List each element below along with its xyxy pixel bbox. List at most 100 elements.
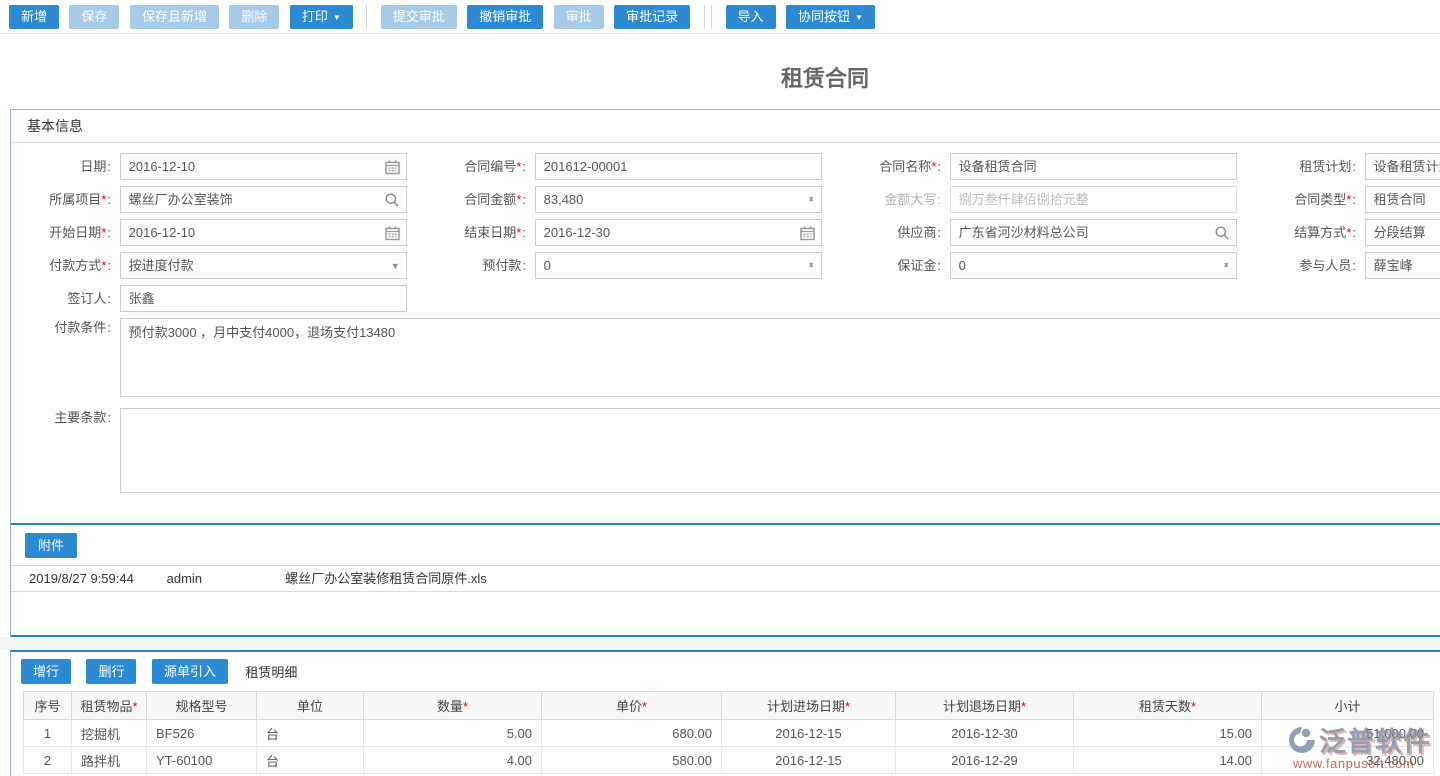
amount-in-words-input: 捌万叁仟肆佰捌拾元整 xyxy=(950,186,1237,213)
approve-button[interactable]: 审批 xyxy=(554,5,604,29)
cell-exit-date[interactable]: 2016-12-30 xyxy=(896,720,1074,747)
add-button[interactable]: 新增 xyxy=(9,5,59,29)
table-header-row: 序号 租赁物品* 规格型号 单位 数量* 单价* 计划进场日期* 计划退场日期*… xyxy=(24,692,1434,720)
collaboration-button[interactable]: 协同按钮▼ xyxy=(786,5,875,29)
contract-no-input[interactable]: 201612-00001 xyxy=(535,153,822,180)
field-payment-terms: 付款条件 预付款3000 ，月中支付4000，退场支付13480 xyxy=(11,318,1440,397)
search-icon[interactable] xyxy=(384,192,400,208)
participants-input[interactable]: 薛宝峰 xyxy=(1365,252,1440,279)
submit-approval-button[interactable]: 提交审批 xyxy=(381,5,457,29)
contract-amount-input[interactable]: 83,480 ▲▼ xyxy=(535,186,822,213)
basic-info-panel: 基本信息 日期 2016-12-10 合同编号* 201612-00001 合同… xyxy=(10,109,1440,637)
cell-price[interactable]: 680.00 xyxy=(542,720,722,747)
col-item: 租赁物品* xyxy=(72,692,147,720)
cell-item[interactable]: 路拌机 xyxy=(72,747,147,774)
field-main-clauses: 主要条款 xyxy=(11,408,1440,512)
section-title: 基本信息 xyxy=(11,110,1440,143)
cell-model[interactable]: BF526 xyxy=(147,720,257,747)
field-advance-payment: 预付款 0 ▲▼ xyxy=(426,252,841,279)
import-button[interactable]: 导入 xyxy=(726,5,776,29)
field-amount-in-words: 金额大写 捌万叁仟肆佰捌拾元整 xyxy=(841,186,1256,213)
cell-model[interactable]: YT-60100 xyxy=(147,747,257,774)
cell-qty[interactable]: 4.00 xyxy=(364,747,542,774)
cell-price[interactable]: 580.00 xyxy=(542,747,722,774)
col-entry-date: 计划进场日期* xyxy=(722,692,896,720)
calendar-icon[interactable] xyxy=(800,225,815,240)
end-date-input[interactable]: 2016-12-30 xyxy=(535,219,822,246)
approval-record-button[interactable]: 审批记录 xyxy=(614,5,690,29)
field-end-date: 结束日期* 2016-12-30 xyxy=(426,219,841,246)
lease-detail-panel: 增行 删行 源单引入 租赁明细 序号 租赁物品* 规格型号 单位 数量* 单价*… xyxy=(10,650,1440,776)
settlement-method-input[interactable]: 分段结算 xyxy=(1365,219,1440,246)
toolbar-separator xyxy=(366,5,367,29)
table-row[interactable]: 1 挖掘机 BF526 台 5.00 680.00 2016-12-15 201… xyxy=(24,720,1434,747)
field-deposit: 保证金 0 ▲▼ xyxy=(841,252,1256,279)
attachment-button[interactable]: 附件 xyxy=(25,533,77,558)
cell-days[interactable]: 14.00 xyxy=(1074,747,1262,774)
field-lease-plan: 租赁计划 设备租赁计划 xyxy=(1256,153,1440,180)
table-row[interactable]: 2 路拌机 YT-60100 台 4.00 580.00 2016-12-15 … xyxy=(24,747,1434,774)
field-participants: 参与人员 薛宝峰 xyxy=(1256,252,1440,279)
col-model: 规格型号 xyxy=(147,692,257,720)
cell-entry-date[interactable]: 2016-12-15 xyxy=(722,747,896,774)
cell-item[interactable]: 挖掘机 xyxy=(72,720,147,747)
field-project: 所属项目* 螺丝厂办公室装饰 xyxy=(11,186,426,213)
col-unit: 单位 xyxy=(257,692,364,720)
delete-button[interactable]: 删除 xyxy=(229,5,279,29)
calendar-icon[interactable] xyxy=(385,159,400,174)
attachment-filename[interactable]: 螺丝厂办公室装修租赁合同原件.xls xyxy=(285,566,487,592)
cell-seq: 1 xyxy=(24,720,72,747)
date-input[interactable]: 2016-12-10 xyxy=(120,153,407,180)
add-row-button[interactable]: 增行 xyxy=(21,659,71,684)
advance-payment-input[interactable]: 0 ▲▼ xyxy=(535,252,822,279)
field-contract-type: 合同类型* 租赁合同 xyxy=(1256,186,1440,213)
start-date-input[interactable]: 2016-12-10 xyxy=(120,219,407,246)
payment-terms-textarea[interactable]: 预付款3000 ，月中支付4000，退场支付13480 xyxy=(120,318,1440,397)
supplier-input[interactable]: 广东省河沙材料总公司 xyxy=(950,219,1237,246)
cell-unit[interactable]: 台 xyxy=(257,747,364,774)
attachment-row[interactable]: 2019/8/27 9:59:44 admin 螺丝厂办公室装修租赁合同原件.x… xyxy=(11,565,1440,592)
delete-row-button[interactable]: 删行 xyxy=(86,659,136,684)
field-start-date: 开始日期* 2016-12-10 xyxy=(11,219,426,246)
calendar-icon[interactable] xyxy=(385,225,400,240)
cell-subtotal: 32,480.00 xyxy=(1262,747,1434,774)
lease-plan-input[interactable]: 设备租赁计划 xyxy=(1365,153,1440,180)
toolbar-separator xyxy=(704,5,705,29)
col-seq: 序号 xyxy=(24,692,72,720)
save-and-new-button[interactable]: 保存且新增 xyxy=(130,5,219,29)
save-button[interactable]: 保存 xyxy=(69,5,119,29)
col-exit-date: 计划退场日期* xyxy=(896,692,1074,720)
contract-name-input[interactable]: 设备租赁合同 xyxy=(950,153,1237,180)
caret-down-icon: ▼ xyxy=(855,13,863,22)
contract-type-input[interactable]: 租赁合同 xyxy=(1365,186,1440,213)
deposit-input[interactable]: 0 ▲▼ xyxy=(950,252,1237,279)
signer-input[interactable]: 张鑫 xyxy=(120,285,407,312)
project-input[interactable]: 螺丝厂办公室装饰 xyxy=(120,186,407,213)
main-clauses-textarea[interactable] xyxy=(120,408,1440,493)
col-days: 租赁天数* xyxy=(1074,692,1262,720)
search-icon[interactable] xyxy=(1214,225,1230,241)
payment-method-select[interactable]: 按进度付款 ▼ xyxy=(120,252,407,279)
cell-days[interactable]: 15.00 xyxy=(1074,720,1262,747)
cell-qty[interactable]: 5.00 xyxy=(364,720,542,747)
detail-toolbar: 增行 删行 源单引入 租赁明细 xyxy=(21,659,1440,684)
field-supplier: 供应商 广东省河沙材料总公司 xyxy=(841,219,1256,246)
attachment-list: 2019/8/27 9:59:44 admin 螺丝厂办公室装修租赁合同原件.x… xyxy=(11,565,1440,592)
cell-exit-date[interactable]: 2016-12-29 xyxy=(896,747,1074,774)
contract-form: 日期 2016-12-10 合同编号* 201612-00001 合同名称* 设… xyxy=(11,143,1440,512)
cell-subtotal: 51,000.00 xyxy=(1262,720,1434,747)
field-contract-no: 合同编号* 201612-00001 xyxy=(426,153,841,180)
col-price: 单价* xyxy=(542,692,722,720)
cell-unit[interactable]: 台 xyxy=(257,720,364,747)
cell-entry-date[interactable]: 2016-12-15 xyxy=(722,720,896,747)
caret-down-icon: ▼ xyxy=(333,13,341,22)
print-button[interactable]: 打印▼ xyxy=(290,5,353,29)
col-subtotal: 小计 xyxy=(1262,692,1434,720)
toolbar-separator xyxy=(711,5,712,29)
import-source-button[interactable]: 源单引入 xyxy=(152,659,228,684)
attachments-section: 附件 2019/8/27 9:59:44 admin 螺丝厂办公室装修租赁合同原… xyxy=(11,523,1440,637)
cell-seq: 2 xyxy=(24,747,72,774)
revoke-approval-button[interactable]: 撤销审批 xyxy=(467,5,543,29)
field-contract-amount: 合同金额* 83,480 ▲▼ xyxy=(426,186,841,213)
panel-gap xyxy=(0,637,1440,650)
